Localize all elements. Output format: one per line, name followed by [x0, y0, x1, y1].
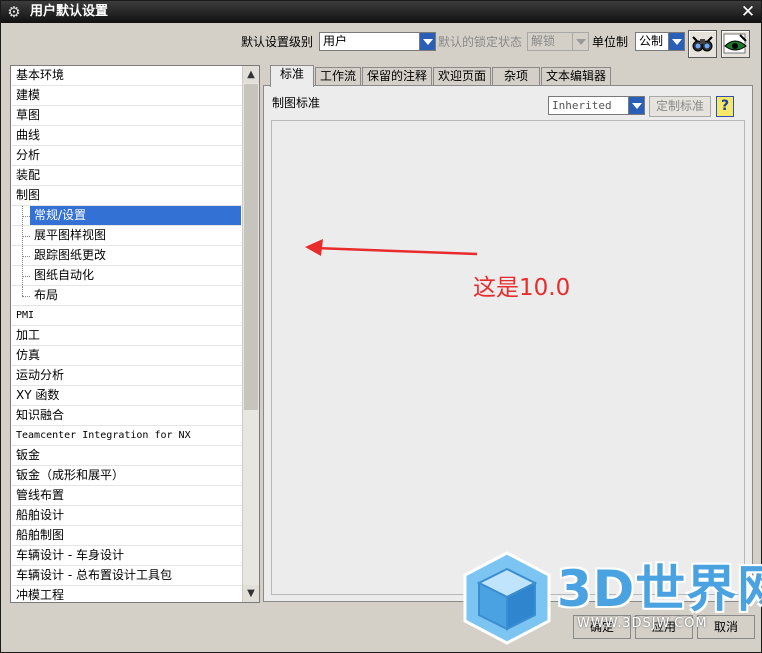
view-changed-button[interactable]: [721, 30, 750, 58]
drafting-standard-value: Inherited: [552, 99, 612, 112]
tree-item-die-engineering[interactable]: 冲模工程: [12, 586, 243, 602]
user-defaults-dialog: ⚙ 用户默认设置 ✕ 默认设置级别 用户 默认的锁定状态 解锁 单位制 公制 基…: [0, 0, 762, 653]
help-icon[interactable]: ?: [716, 96, 734, 117]
tab-welcome-page[interactable]: 欢迎页面: [433, 67, 491, 86]
lock-value: 解锁: [531, 34, 556, 48]
toolbar: 默认设置级别 用户 默认的锁定状态 解锁 单位制 公制: [1, 23, 761, 63]
tree-item-drawing-automation[interactable]: 图纸自动化: [12, 266, 243, 286]
gear-icon[interactable]: ⚙: [5, 3, 23, 21]
tree-item-teamcenter[interactable]: Teamcenter Integration for NX: [12, 426, 243, 446]
level-select[interactable]: 用户: [319, 32, 436, 51]
tab-standard[interactable]: 标准: [270, 65, 314, 87]
scroll-down-icon[interactable]: ▼: [243, 585, 259, 602]
tree-item-ship-design[interactable]: 船舶设计: [12, 506, 243, 526]
chevron-down-icon: [572, 33, 588, 50]
tab-text-editor[interactable]: 文本编辑器: [541, 67, 611, 86]
tab-strip: 标准 工作流 保留的注释 欢迎页面 杂项 文本编辑器: [264, 65, 754, 87]
tree-item-modeling[interactable]: 建模: [12, 86, 243, 106]
chevron-down-icon: [628, 97, 644, 114]
level-value: 用户: [323, 34, 348, 48]
binoculars-icon: [692, 36, 713, 52]
close-icon[interactable]: ✕: [739, 3, 757, 21]
tree-item-sheet-metal[interactable]: 钣金: [12, 446, 243, 466]
tree-item-pmi[interactable]: PMI: [12, 306, 243, 326]
tree-item-layout[interactable]: 布局: [12, 286, 243, 306]
category-tree[interactable]: 基本环境 建模 草图 曲线 分析 装配 制图 常规/设置 展平图样视图 跟踪图纸…: [10, 65, 260, 603]
tree-item-drafting[interactable]: 制图: [12, 186, 243, 206]
tree-item-knowledge-fusion[interactable]: 知识融合: [12, 406, 243, 426]
watermark-text: 3D世界网: [557, 560, 762, 618]
tree-item-analysis[interactable]: 分析: [12, 146, 243, 166]
unit-select[interactable]: 公制: [635, 32, 685, 51]
unit-value: 公制: [639, 34, 664, 48]
eye-icon: [723, 33, 747, 54]
tree-item-track-drawing-changes[interactable]: 跟踪图纸更改: [12, 246, 243, 266]
title-bar: ⚙ 用户默认设置 ✕: [1, 1, 761, 23]
tree-item-sketch[interactable]: 草图: [12, 106, 243, 126]
tab-workflow[interactable]: 工作流: [315, 67, 361, 86]
tree-item-basic-environment[interactable]: 基本环境: [12, 66, 243, 86]
drafting-standard-select[interactable]: Inherited: [548, 96, 645, 115]
tree-item-manufacturing[interactable]: 加工: [12, 326, 243, 346]
settings-area: [271, 120, 745, 595]
tree-item-curve[interactable]: 曲线: [12, 126, 243, 146]
tree-item-flat-pattern-view[interactable]: 展平图样视图: [12, 226, 243, 246]
tree-item-motion-analysis[interactable]: 运动分析: [12, 366, 243, 386]
scroll-thumb[interactable]: [244, 84, 258, 410]
tree-item-general-settings[interactable]: 常规/设置: [12, 206, 243, 226]
tree-item-vehicle-body-design[interactable]: 车辆设计 - 车身设计: [12, 546, 243, 566]
chevron-down-icon: [419, 33, 435, 50]
tab-panel: 制图标准 Inherited 定制标准 ?: [263, 85, 753, 602]
tree-item-ship-drafting[interactable]: 船舶制图: [12, 526, 243, 546]
unit-label: 单位制: [592, 35, 629, 49]
tree-item-xy-function[interactable]: XY 函数: [12, 386, 243, 406]
window-title: 用户默认设置: [30, 4, 109, 19]
arrow-annotation: [305, 239, 478, 256]
tree-item-routing[interactable]: 管线布置: [12, 486, 243, 506]
tree-item-assembly[interactable]: 装配: [12, 166, 243, 186]
lock-select: 解锁: [527, 32, 589, 51]
scroll-up-icon[interactable]: ▲: [243, 66, 259, 83]
drafting-standard-label: 制图标准: [272, 96, 321, 110]
annotation-text: 这是10.0: [473, 275, 571, 301]
find-button[interactable]: [688, 30, 717, 58]
watermark: 3D世界网 WWW.3DSJW.COM: [459, 549, 762, 649]
tree-item-simulation[interactable]: 仿真: [12, 346, 243, 366]
cube-logo-icon: [463, 551, 551, 645]
chevron-down-icon: [668, 33, 684, 50]
tree-item-sheet-metal-forming[interactable]: 钣金（成形和展平）: [12, 466, 243, 486]
watermark-url: WWW.3DSJW.COM: [577, 616, 708, 631]
tree-scrollbar[interactable]: ▲ ▼: [242, 66, 259, 602]
tab-retained-annotations[interactable]: 保留的注释: [362, 67, 432, 86]
level-label: 默认设置级别: [241, 35, 314, 49]
tree-item-vehicle-packaging[interactable]: 车辆设计 - 总布置设计工具包: [12, 566, 243, 586]
tab-miscellaneous[interactable]: 杂项: [492, 67, 540, 86]
customize-standard-button: 定制标准: [649, 96, 711, 117]
lock-label: 默认的锁定状态: [438, 35, 523, 49]
